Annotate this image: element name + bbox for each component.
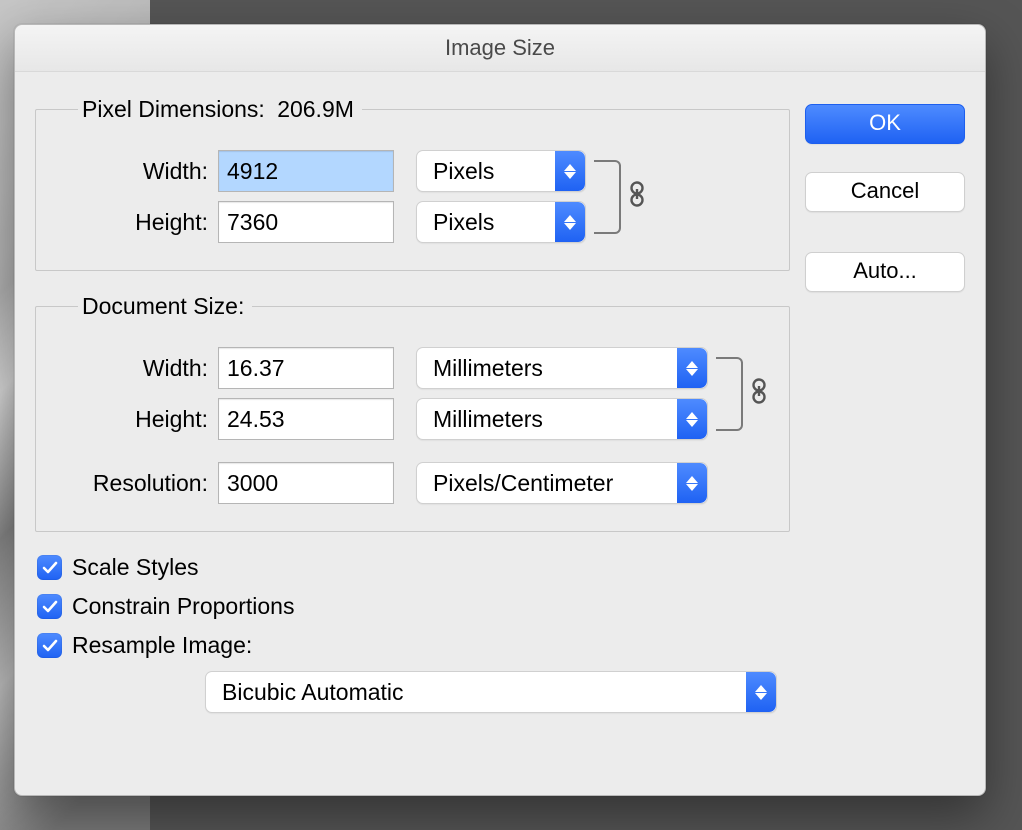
ds-width-unit-select[interactable]: Millimeters	[416, 347, 708, 389]
ds-resolution-label: Resolution:	[48, 470, 218, 497]
pixel-dimensions-label: Pixel Dimensions:	[82, 96, 265, 122]
stepper-icon	[677, 399, 707, 439]
pd-height-label: Height:	[48, 209, 218, 236]
constrain-proportions-checkbox[interactable]	[37, 594, 62, 619]
cancel-button[interactable]: Cancel	[805, 172, 965, 212]
resample-image-label: Resample Image:	[72, 632, 252, 659]
ds-resolution-input[interactable]	[218, 462, 394, 504]
pixel-dimensions-legend: Pixel Dimensions: 206.9M	[78, 96, 362, 123]
dialog-title: Image Size	[15, 25, 985, 72]
image-size-dialog: Image Size Pixel Dimensions: 206.9M Widt…	[14, 24, 986, 796]
stepper-icon	[555, 202, 585, 242]
ok-button[interactable]: OK	[805, 104, 965, 144]
ds-width-label: Width:	[48, 355, 218, 382]
pixel-dimensions-size: 206.9M	[277, 96, 354, 122]
pd-width-unit-text: Pixels	[417, 158, 555, 185]
ds-width-input[interactable]	[218, 347, 394, 389]
pd-width-label: Width:	[48, 158, 218, 185]
resample-method-text: Bicubic Automatic	[206, 679, 746, 706]
scale-styles-checkbox[interactable]	[37, 555, 62, 580]
pd-height-input[interactable]	[218, 201, 394, 243]
document-size-group: Document Size: Width: Millimeters	[35, 293, 790, 532]
constrain-proportions-label: Constrain Proportions	[72, 593, 294, 620]
auto-button[interactable]: Auto...	[805, 252, 965, 292]
ds-width-unit-text: Millimeters	[417, 355, 677, 382]
link-icon	[628, 181, 646, 214]
pd-width-input[interactable]	[218, 150, 394, 192]
pd-link-bracket	[594, 160, 621, 234]
ds-link-bracket	[716, 357, 743, 431]
ds-height-unit-text: Millimeters	[417, 406, 677, 433]
pd-height-unit-select[interactable]: Pixels	[416, 201, 586, 243]
ds-height-input[interactable]	[218, 398, 394, 440]
document-size-legend: Document Size:	[78, 293, 252, 320]
ds-resolution-unit-text: Pixels/Centimeter	[417, 470, 677, 497]
ds-height-unit-select[interactable]: Millimeters	[416, 398, 708, 440]
stepper-icon	[555, 151, 585, 191]
stepper-icon	[746, 672, 776, 712]
stepper-icon	[677, 348, 707, 388]
ds-height-label: Height:	[48, 406, 218, 433]
ds-resolution-unit-select[interactable]: Pixels/Centimeter	[416, 462, 708, 504]
pd-width-unit-select[interactable]: Pixels	[416, 150, 586, 192]
resample-method-select[interactable]: Bicubic Automatic	[205, 671, 777, 713]
pixel-dimensions-group: Pixel Dimensions: 206.9M Width: Pixels	[35, 96, 790, 271]
scale-styles-label: Scale Styles	[72, 554, 199, 581]
resample-image-checkbox[interactable]	[37, 633, 62, 658]
pd-height-unit-text: Pixels	[417, 209, 555, 236]
link-icon	[750, 378, 768, 411]
stepper-icon	[677, 463, 707, 503]
